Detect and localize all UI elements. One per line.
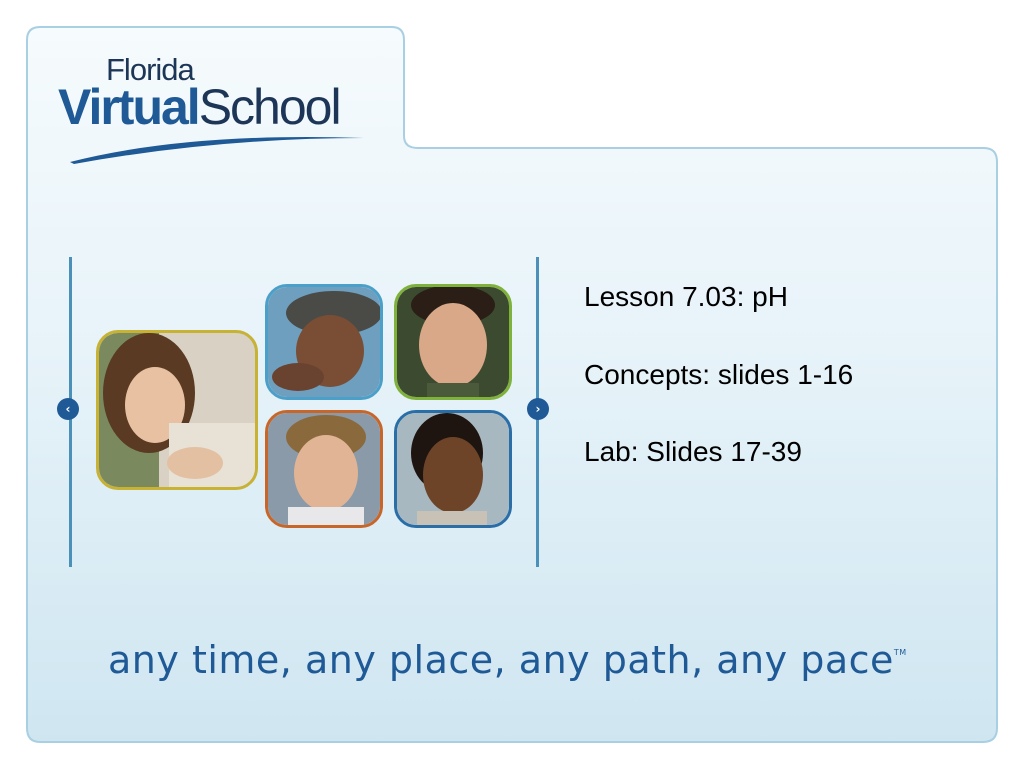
student-photo-1 (96, 330, 258, 490)
tagline: any time, any place, any path, any paceT… (108, 638, 907, 682)
trademark-mark: TM (893, 648, 907, 657)
student-photo-3 (394, 284, 512, 400)
lesson-title: Lesson 7.03: pH (584, 281, 788, 312)
lesson-concepts: Concepts: slides 1-16 (584, 358, 854, 390)
logo-virtual-text: Virtual (58, 79, 201, 135)
logo-school-text: School (198, 79, 342, 135)
lesson-info: Lesson 7.03: pH Concepts: slides 1-16 La… (584, 280, 984, 513)
previous-button[interactable]: ‹ (57, 398, 79, 420)
student-photo-5 (394, 410, 512, 528)
florida-virtual-school-logo: Florida VirtualSchool (58, 52, 378, 172)
student-photo-4 (265, 410, 383, 528)
chevron-right-icon: › (535, 402, 541, 416)
tagline-text: any time, any place, any path, any pace (108, 638, 894, 682)
logo-main-text: VirtualSchool (58, 79, 342, 135)
lesson-lab: Lab: Slides 17-39 (584, 436, 802, 468)
next-button[interactable]: › (527, 398, 549, 420)
chevron-left-icon: ‹ (65, 402, 71, 416)
logo-swoosh-icon (70, 137, 364, 164)
student-photo-2 (265, 284, 383, 400)
